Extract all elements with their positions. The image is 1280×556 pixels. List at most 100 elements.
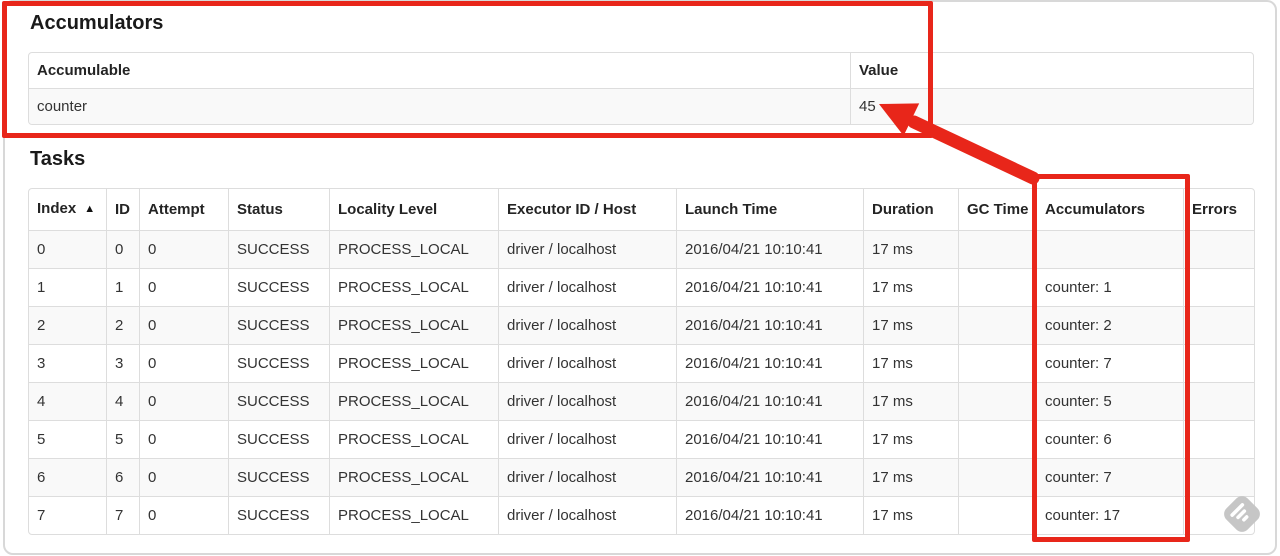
tasks-table: Index ▲ ID Attempt Status Locality Level … xyxy=(28,188,1255,535)
cell-executor-id-host: driver / localhost xyxy=(498,496,676,534)
cell-id: 5 xyxy=(106,420,139,458)
cell-status: SUCCESS xyxy=(228,382,329,420)
task-row: 1 1 0 SUCCESS PROCESS_LOCAL driver / loc… xyxy=(29,268,1254,306)
cell-executor-id-host: driver / localhost xyxy=(498,306,676,344)
cell-accumulators xyxy=(1036,230,1183,268)
column-header-index-label: Index xyxy=(37,200,77,217)
task-row: 3 3 0 SUCCESS PROCESS_LOCAL driver / loc… xyxy=(29,344,1254,382)
cell-status: SUCCESS xyxy=(228,268,329,306)
cell-launch-time: 2016/04/21 10:10:41 xyxy=(676,496,863,534)
column-header-accumulators[interactable]: Accumulators xyxy=(1036,189,1183,230)
column-header-index[interactable]: Index ▲ xyxy=(29,189,106,230)
cell-duration: 17 ms xyxy=(863,382,958,420)
cell-launch-time: 2016/04/21 10:10:41 xyxy=(676,268,863,306)
cell-id: 6 xyxy=(106,458,139,496)
feedly-icon xyxy=(1219,491,1265,542)
cell-index: 7 xyxy=(29,496,106,534)
task-row: 6 6 0 SUCCESS PROCESS_LOCAL driver / loc… xyxy=(29,458,1254,496)
task-row: 0 0 0 SUCCESS PROCESS_LOCAL driver / loc… xyxy=(29,230,1254,268)
cell-accumulators: counter: 2 xyxy=(1036,306,1183,344)
column-header-accumulable[interactable]: Accumulable xyxy=(29,53,850,88)
accumulators-table: Accumulable Value counter 45 xyxy=(28,52,1254,125)
cell-accumulators: counter: 1 xyxy=(1036,268,1183,306)
cell-duration: 17 ms xyxy=(863,306,958,344)
cell-executor-id-host: driver / localhost xyxy=(498,344,676,382)
cell-status: SUCCESS xyxy=(228,458,329,496)
cell-index: 0 xyxy=(29,230,106,268)
column-header-gc-time[interactable]: GC Time xyxy=(958,189,1036,230)
cell-attempt: 0 xyxy=(139,420,228,458)
cell-locality-level: PROCESS_LOCAL xyxy=(329,420,498,458)
column-header-errors[interactable]: Errors xyxy=(1183,189,1254,230)
cell-locality-level: PROCESS_LOCAL xyxy=(329,496,498,534)
cell-duration: 17 ms xyxy=(863,268,958,306)
cell-accumulable: counter xyxy=(29,88,850,124)
cell-value: 45 xyxy=(850,88,1253,124)
cell-status: SUCCESS xyxy=(228,420,329,458)
cell-launch-time: 2016/04/21 10:10:41 xyxy=(676,382,863,420)
column-header-attempt[interactable]: Attempt xyxy=(139,189,228,230)
cell-launch-time: 2016/04/21 10:10:41 xyxy=(676,230,863,268)
column-header-executor-id-host[interactable]: Executor ID / Host xyxy=(498,189,676,230)
cell-id: 0 xyxy=(106,230,139,268)
cell-gc-time xyxy=(958,382,1036,420)
sort-ascending-icon: ▲ xyxy=(84,203,96,215)
cell-errors xyxy=(1183,230,1254,268)
cell-executor-id-host: driver / localhost xyxy=(498,420,676,458)
cell-index: 4 xyxy=(29,382,106,420)
accumulators-header-row: Accumulable Value xyxy=(29,53,1253,88)
cell-accumulators: counter: 5 xyxy=(1036,382,1183,420)
cell-accumulators: counter: 7 xyxy=(1036,458,1183,496)
cell-duration: 17 ms xyxy=(863,496,958,534)
accumulators-heading: Accumulators xyxy=(30,12,164,34)
tasks-heading: Tasks xyxy=(30,148,86,170)
cell-status: SUCCESS xyxy=(228,306,329,344)
cell-id: 7 xyxy=(106,496,139,534)
cell-index: 2 xyxy=(29,306,106,344)
cell-gc-time xyxy=(958,306,1036,344)
cell-errors xyxy=(1183,306,1254,344)
cell-attempt: 0 xyxy=(139,344,228,382)
column-header-status[interactable]: Status xyxy=(228,189,329,230)
cell-status: SUCCESS xyxy=(228,496,329,534)
cell-gc-time xyxy=(958,420,1036,458)
cell-duration: 17 ms xyxy=(863,230,958,268)
column-header-duration[interactable]: Duration xyxy=(863,189,958,230)
cell-attempt: 0 xyxy=(139,458,228,496)
annotation-arrow-shaft xyxy=(907,115,1040,185)
cell-attempt: 0 xyxy=(139,496,228,534)
cell-locality-level: PROCESS_LOCAL xyxy=(329,344,498,382)
column-header-value[interactable]: Value xyxy=(850,53,1253,88)
task-row: 2 2 0 SUCCESS PROCESS_LOCAL driver / loc… xyxy=(29,306,1254,344)
cell-accumulators: counter: 17 xyxy=(1036,496,1183,534)
column-header-launch-time[interactable]: Launch Time xyxy=(676,189,863,230)
accumulator-row: counter 45 xyxy=(29,88,1253,124)
cell-id: 4 xyxy=(106,382,139,420)
cell-locality-level: PROCESS_LOCAL xyxy=(329,230,498,268)
tasks-header-row: Index ▲ ID Attempt Status Locality Level … xyxy=(29,189,1254,230)
cell-duration: 17 ms xyxy=(863,420,958,458)
cell-status: SUCCESS xyxy=(228,344,329,382)
task-row: 7 7 0 SUCCESS PROCESS_LOCAL driver / loc… xyxy=(29,496,1254,534)
cell-index: 1 xyxy=(29,268,106,306)
cell-gc-time xyxy=(958,344,1036,382)
cell-locality-level: PROCESS_LOCAL xyxy=(329,268,498,306)
column-header-id[interactable]: ID xyxy=(106,189,139,230)
cell-gc-time xyxy=(958,230,1036,268)
cell-accumulators: counter: 7 xyxy=(1036,344,1183,382)
cell-index: 5 xyxy=(29,420,106,458)
cell-id: 1 xyxy=(106,268,139,306)
cell-errors xyxy=(1183,420,1254,458)
cell-gc-time xyxy=(958,496,1036,534)
cell-launch-time: 2016/04/21 10:10:41 xyxy=(676,458,863,496)
cell-attempt: 0 xyxy=(139,382,228,420)
column-header-locality-level[interactable]: Locality Level xyxy=(329,189,498,230)
cell-errors xyxy=(1183,382,1254,420)
cell-status: SUCCESS xyxy=(228,230,329,268)
cell-executor-id-host: driver / localhost xyxy=(498,230,676,268)
cell-errors xyxy=(1183,344,1254,382)
cell-launch-time: 2016/04/21 10:10:41 xyxy=(676,306,863,344)
cell-attempt: 0 xyxy=(139,306,228,344)
cell-index: 6 xyxy=(29,458,106,496)
cell-duration: 17 ms xyxy=(863,458,958,496)
